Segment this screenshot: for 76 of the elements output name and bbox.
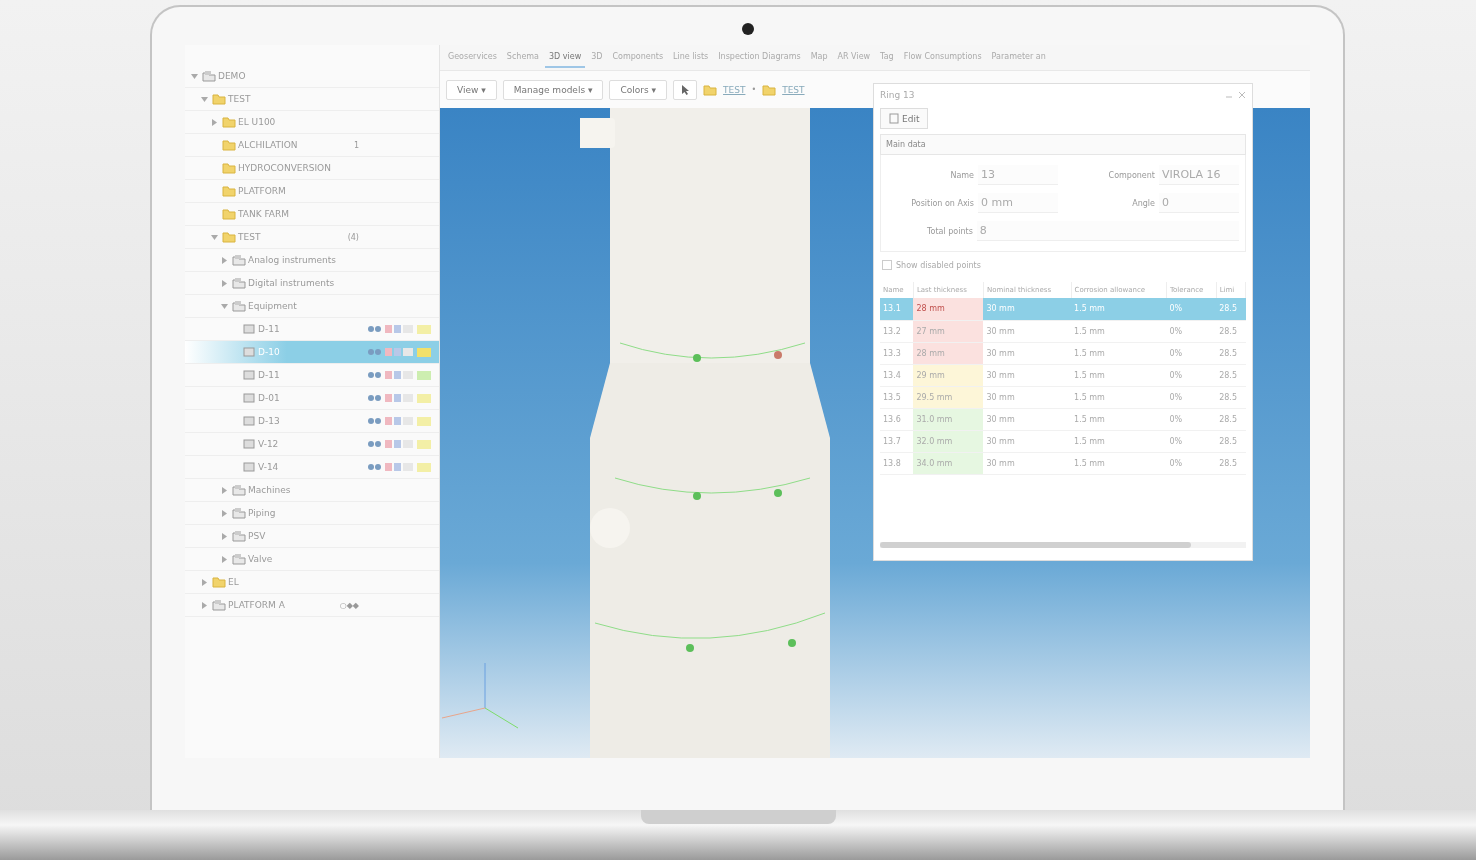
field-label: Name (950, 170, 974, 180)
item-count-label: ○◆◆ (339, 600, 359, 610)
tree-label: TEST (238, 232, 261, 242)
table-cell: 32.0 mm (913, 430, 984, 452)
tree-label: ALCHILATION (238, 140, 298, 150)
tree-label: D-13 (258, 416, 280, 426)
table-cell: 28.5 (1216, 408, 1246, 430)
table-cell: 34.0 mm (913, 452, 984, 474)
table-cell: 27 mm (913, 320, 984, 342)
tree-label: D-01 (258, 393, 280, 403)
table-cell: 30 mm (983, 386, 1072, 408)
tree-label: D-11 (258, 370, 280, 380)
table-cell: 28.5 (1216, 386, 1246, 408)
tree-label: Piping (248, 508, 276, 518)
table-cell: 1.5 mm (1071, 386, 1167, 408)
table-cell: 28.5 (1216, 342, 1246, 364)
tree-label: HYDROCONVERSION (238, 163, 331, 173)
section-header: Main data (880, 134, 1246, 155)
tree-label: PLATFORM A (228, 600, 285, 610)
breadcrumb-separator: • (751, 85, 757, 94)
table-cell: 30 mm (983, 430, 1072, 452)
table-cell: 1.5 mm (1071, 452, 1167, 474)
tree-label: TEST (228, 94, 251, 104)
table-cell: 0% (1166, 342, 1217, 364)
tree-label: Analog instruments (248, 255, 336, 265)
tree-label: D-10 (258, 347, 280, 357)
item-count-label: 1 (353, 140, 359, 150)
table-cell: 28.5 (1216, 298, 1246, 320)
table-cell: 0% (1166, 452, 1217, 474)
tree-label: Valve (248, 554, 273, 564)
tree-label: DEMO (218, 71, 246, 81)
table-cell: 28.5 (1216, 452, 1246, 474)
tree-label: V-12 (258, 439, 279, 449)
table-cell: 31.0 mm (913, 408, 984, 430)
dialog-title: Ring 13 (880, 90, 915, 100)
table-cell: 0% (1166, 408, 1217, 430)
table-cell: 29.5 mm (913, 386, 984, 408)
tree-label: Digital instruments (248, 278, 335, 288)
table-cell: 28.5 (1216, 430, 1246, 452)
table-cell: 1.5 mm (1071, 364, 1167, 386)
field-label: Position on Axis (911, 198, 974, 208)
table-cell: 1.5 mm (1071, 320, 1167, 342)
tree-label: V-14 (258, 462, 279, 472)
item-count-label: (4) (347, 232, 359, 242)
table-cell: 29 mm (913, 364, 984, 386)
table-cell: 30 mm (983, 320, 1072, 342)
table-cell: 28 mm (913, 342, 984, 364)
table-cell: 28.5 (1216, 320, 1246, 342)
table-cell: 0% (1166, 298, 1217, 320)
tree-label: PLATFORM (238, 186, 286, 196)
table-cell: 0% (1166, 364, 1217, 386)
table-cell: 1.5 mm (1071, 298, 1167, 320)
table-cell: 28 mm (913, 298, 984, 320)
field-label: Component (1108, 170, 1155, 180)
tree-label: Machines (248, 485, 291, 495)
table-cell: 1.5 mm (1071, 342, 1167, 364)
table-cell: 0% (1166, 430, 1217, 452)
tree-label: Equipment (248, 301, 297, 311)
table-cell: 1.5 mm (1071, 430, 1167, 452)
table-cell: 30 mm (983, 298, 1072, 320)
tree-label: EL (228, 577, 239, 587)
table-cell: 30 mm (983, 452, 1072, 474)
table-cell: 0% (1166, 386, 1217, 408)
table-cell: 30 mm (983, 408, 1072, 430)
tree-label: PSV (248, 531, 266, 541)
checkbox-label: Show disabled points (896, 260, 981, 270)
tree-label: EL U100 (238, 117, 276, 127)
tree-label: D-11 (258, 324, 280, 334)
field-label: Total points (927, 226, 973, 236)
table-cell: 1.5 mm (1071, 408, 1167, 430)
table-cell: 30 mm (983, 364, 1072, 386)
table-cell: 0% (1166, 320, 1217, 342)
table-cell: 28.5 (1216, 364, 1246, 386)
field-label: Angle (1132, 198, 1155, 208)
tree-label: TANK FARM (238, 209, 289, 219)
table-cell: 30 mm (983, 342, 1072, 364)
